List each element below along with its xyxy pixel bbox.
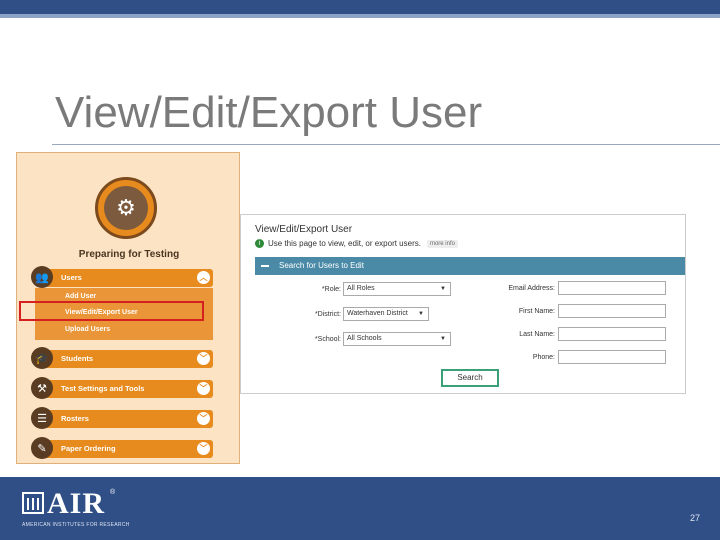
- phone-field[interactable]: [558, 350, 666, 364]
- info-text: Use this page to view, edit, or export u…: [268, 239, 421, 248]
- slide-title: View/Edit/Export User: [55, 88, 483, 137]
- chevron-down-icon[interactable]: ﹀: [197, 412, 210, 425]
- users-icon: 👥: [31, 266, 53, 288]
- search-section-header[interactable]: Search for Users to Edit: [255, 257, 685, 275]
- logo-subtitle: AMERICAN INSTITUTES FOR RESEARCH: [22, 522, 130, 528]
- district-select[interactable]: Waterhaven District ▼: [343, 307, 429, 321]
- search-button[interactable]: Search: [441, 369, 499, 387]
- last-name-label: Last Name:: [519, 331, 555, 338]
- dropdown-caret-icon: ▼: [440, 336, 446, 342]
- school-value: All Schools: [347, 335, 382, 342]
- chevron-up-icon[interactable]: ︿: [197, 271, 210, 284]
- paper-icon: ✎: [31, 437, 53, 459]
- chevron-down-icon[interactable]: ﹀: [197, 382, 210, 395]
- air-logo-icon: [22, 492, 44, 514]
- nav-item-rosters[interactable]: ☰ Rosters ﹀: [31, 407, 213, 429]
- email-label: Email Address:: [508, 285, 555, 292]
- user-gear-icon: ⚙: [104, 186, 148, 230]
- roster-icon: ☰: [31, 407, 53, 429]
- info-line: i Use this page to view, edit, or export…: [255, 239, 458, 248]
- first-name-label: First Name:: [518, 308, 555, 315]
- phone-label: Phone:: [532, 354, 555, 361]
- logo-registered: ®: [110, 489, 116, 496]
- role-label: *Role:: [321, 286, 341, 293]
- role-value: All Roles: [347, 285, 375, 292]
- tools-icon: ⚒: [31, 377, 53, 399]
- email-field[interactable]: [558, 281, 666, 295]
- dropdown-caret-icon: ▼: [418, 311, 424, 317]
- nav-label: Users: [61, 273, 82, 282]
- submenu-add-user[interactable]: Add User: [65, 293, 96, 300]
- nav-item-paper-ordering[interactable]: ✎ Paper Ordering ﹀: [31, 437, 213, 459]
- nav-label: Students: [61, 354, 94, 363]
- submenu-upload-users[interactable]: Upload Users: [65, 326, 110, 333]
- last-name-field[interactable]: [558, 327, 666, 341]
- school-label: *School:: [314, 336, 341, 343]
- dropdown-caret-icon: ▼: [440, 286, 446, 292]
- logo-text: AIR: [47, 487, 106, 520]
- school-select[interactable]: All Schools ▼: [343, 332, 451, 346]
- more-info-link[interactable]: more info: [426, 239, 458, 248]
- page-number: 27: [690, 513, 701, 523]
- section-label: Search for Users to Edit: [279, 261, 364, 270]
- nav-label: Test Settings and Tools: [61, 384, 145, 393]
- nav-label: Paper Ordering: [61, 444, 116, 453]
- nav-item-students[interactable]: 🎓 Students ﹀: [31, 347, 213, 369]
- highlight-annotation-box: [19, 301, 204, 321]
- chevron-down-icon[interactable]: ﹀: [197, 442, 210, 455]
- district-value: Waterhaven District: [347, 310, 408, 317]
- chevron-down-icon[interactable]: ﹀: [197, 352, 210, 365]
- nav-item-users[interactable]: 👥 Users ︿: [31, 266, 213, 288]
- title-divider: [52, 144, 720, 145]
- hero-title: Preparing for Testing: [78, 249, 180, 260]
- nav-label: Rosters: [61, 414, 89, 423]
- hero-badge: ⚙: [95, 177, 157, 239]
- top-banner-accent: [0, 14, 720, 18]
- footer-bar: AIR ® AMERICAN INSTITUTES FOR RESEARCH 2…: [0, 477, 720, 540]
- district-label: *District:: [314, 311, 341, 318]
- collapse-icon[interactable]: [261, 265, 269, 267]
- graduation-cap-icon: 🎓: [31, 347, 53, 369]
- nav-item-test-settings[interactable]: ⚒ Test Settings and Tools ﹀: [31, 377, 213, 399]
- page-title: View/Edit/Export User: [255, 224, 353, 235]
- role-select[interactable]: All Roles ▼: [343, 282, 451, 296]
- view-edit-export-user-page: View/Edit/Export User i Use this page to…: [240, 214, 686, 394]
- info-icon: i: [255, 239, 264, 248]
- first-name-field[interactable]: [558, 304, 666, 318]
